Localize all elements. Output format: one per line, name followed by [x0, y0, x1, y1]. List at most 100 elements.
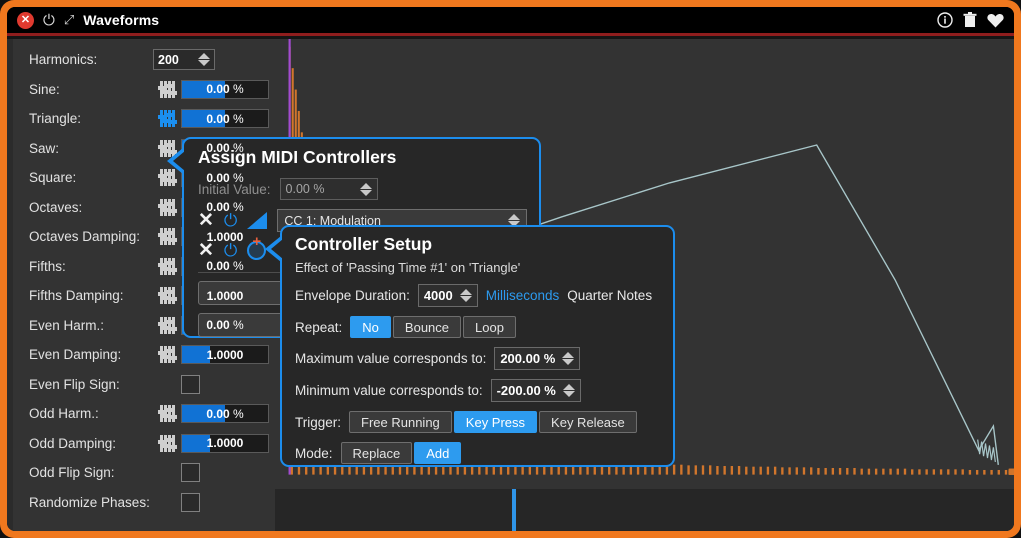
- initial-value-text: 0.00 %: [286, 182, 354, 196]
- unit-quarter-notes[interactable]: Quarter Notes: [567, 288, 652, 303]
- repeat-row: Repeat: NoBounceLoop: [295, 316, 661, 338]
- power-icon[interactable]: ⏻: [224, 242, 237, 259]
- param-label: Even Damping:: [29, 347, 153, 362]
- param-value: 0.00 %: [206, 200, 243, 214]
- param-row: Harmonics:200: [13, 45, 275, 75]
- waveform-tail-detail: [978, 440, 996, 462]
- mode-segmented-control: ReplaceAdd: [341, 442, 464, 464]
- stepper-arrows-icon[interactable]: [460, 289, 472, 302]
- window-title: Waveforms: [83, 12, 159, 28]
- param-row: Odd Damping: 1.0000: [13, 429, 275, 459]
- trigger-option-key-press[interactable]: Key Press: [454, 411, 537, 433]
- fader-icon[interactable]: [153, 258, 181, 275]
- app-window: ✕ ⏻ ⤢ Waveforms: [0, 0, 1021, 538]
- maximum-value-field[interactable]: 200.00 %: [494, 347, 580, 370]
- param-label: Octaves:: [29, 200, 153, 215]
- harmonics-spinner[interactable]: 200: [153, 49, 215, 70]
- envelope-duration-field[interactable]: 4000: [418, 284, 478, 307]
- trigger-option-key-release[interactable]: Key Release: [539, 411, 637, 433]
- stepper-arrows-icon[interactable]: [198, 53, 210, 66]
- heart-icon[interactable]: [987, 13, 1004, 28]
- power-icon[interactable]: ⏻: [224, 212, 237, 229]
- controller-setup-dialog: Controller Setup Effect of 'Passing Time…: [280, 225, 675, 467]
- resize-icon[interactable]: ⤢: [64, 12, 74, 28]
- param-checkbox[interactable]: [181, 375, 200, 394]
- close-icon[interactable]: ✕: [17, 12, 34, 29]
- trigger-row: Trigger: Free RunningKey PressKey Releas…: [295, 411, 661, 433]
- envelope-duration-label: Envelope Duration:: [295, 288, 410, 303]
- maximum-value-text: 200.00 %: [500, 351, 555, 366]
- param-label: Even Flip Sign:: [29, 377, 153, 392]
- repeat-option-bounce[interactable]: Bounce: [393, 316, 461, 338]
- trigger-label: Trigger:: [295, 415, 341, 430]
- info-icon[interactable]: [937, 12, 953, 28]
- param-slider[interactable]: 0.00 %: [181, 80, 269, 99]
- param-value: 0.00 %: [206, 141, 243, 155]
- minimum-value-field[interactable]: -200.00 %: [491, 379, 581, 402]
- trigger-segmented-control: Free RunningKey PressKey Release: [349, 411, 639, 433]
- ramp-icon[interactable]: [247, 212, 267, 229]
- mode-row: Mode: ReplaceAdd: [295, 442, 661, 464]
- transport-bar: [269, 489, 1014, 531]
- remove-controller-icon[interactable]: ✕: [198, 241, 214, 260]
- envelope-duration-row: Envelope Duration: 4000 Milliseconds Qua…: [295, 284, 661, 307]
- param-value: 1.0000: [207, 289, 244, 303]
- add-time-icon[interactable]: [247, 241, 266, 260]
- param-value: 0.00 %: [206, 171, 243, 185]
- fader-icon[interactable]: [153, 317, 181, 334]
- playhead-marker[interactable]: [512, 489, 516, 531]
- param-value: 1.0000: [207, 436, 244, 450]
- param-slider[interactable]: 1.0000: [181, 434, 269, 453]
- controller-setup-title: Controller Setup: [295, 234, 661, 255]
- param-slider[interactable]: 0.00 %: [181, 404, 269, 423]
- fader-icon[interactable]: [153, 228, 181, 245]
- param-label: Randomize Phases:: [29, 495, 153, 510]
- param-label: Square:: [29, 170, 153, 185]
- repeat-segmented-control: NoBounceLoop: [350, 316, 518, 338]
- param-label: Odd Harm.:: [29, 406, 153, 421]
- stepper-arrows-icon[interactable]: [360, 183, 372, 196]
- unit-milliseconds[interactable]: Milliseconds: [486, 288, 560, 303]
- param-checkbox[interactable]: [181, 493, 200, 512]
- initial-value-field[interactable]: 0.00 %: [280, 178, 378, 200]
- fader-icon[interactable]: [153, 435, 181, 452]
- mode-option-add[interactable]: Add: [414, 442, 461, 464]
- param-row: Sine: 0.00 %: [13, 75, 275, 105]
- trash-icon[interactable]: [963, 12, 977, 28]
- param-checkbox[interactable]: [181, 463, 200, 482]
- repeat-label: Repeat:: [295, 320, 342, 335]
- fader-icon[interactable]: [153, 81, 181, 98]
- param-row: Even Damping: 1.0000: [13, 340, 275, 370]
- fader-icon[interactable]: [153, 346, 181, 363]
- param-label: Sine:: [29, 82, 153, 97]
- param-slider[interactable]: 1.0000: [181, 345, 269, 364]
- param-value: 0.00 %: [206, 407, 243, 421]
- titlebar-actions: [937, 12, 1004, 28]
- fader-icon[interactable]: [153, 199, 181, 216]
- minimum-value-label: Minimum value corresponds to:: [295, 383, 483, 398]
- minimum-value-text: -200.00 %: [497, 383, 556, 398]
- dialog-pointer-tail-inner: [173, 151, 185, 171]
- repeat-option-loop[interactable]: Loop: [463, 316, 516, 338]
- stepper-arrows-icon[interactable]: [563, 384, 575, 397]
- param-value: 0.00 %: [206, 318, 243, 332]
- fader-icon[interactable]: [153, 287, 181, 304]
- param-row: Randomize Phases:: [13, 488, 275, 518]
- fader-icon[interactable]: [153, 110, 181, 127]
- param-row: Odd Harm.: 0.00 %: [13, 399, 275, 429]
- param-row: Odd Flip Sign:: [13, 458, 275, 488]
- power-icon[interactable]: ⏻: [43, 12, 55, 29]
- param-label: Fifths:: [29, 259, 153, 274]
- stepper-arrows-icon[interactable]: [562, 352, 574, 365]
- maximum-value-row: Maximum value corresponds to: 200.00 %: [295, 347, 661, 370]
- param-slider[interactable]: 0.00 %: [181, 109, 269, 128]
- trigger-option-free-running[interactable]: Free Running: [349, 411, 452, 433]
- param-label: Saw:: [29, 141, 153, 156]
- mode-option-replace[interactable]: Replace: [341, 442, 413, 464]
- window-inner: ✕ ⏻ ⤢ Waveforms: [7, 7, 1014, 531]
- repeat-option-no[interactable]: No: [350, 316, 391, 338]
- param-label: Octaves Damping:: [29, 229, 153, 244]
- minimum-value-row: Minimum value corresponds to: -200.00 %: [295, 379, 661, 402]
- param-label: Odd Damping:: [29, 436, 153, 451]
- fader-icon[interactable]: [153, 405, 181, 422]
